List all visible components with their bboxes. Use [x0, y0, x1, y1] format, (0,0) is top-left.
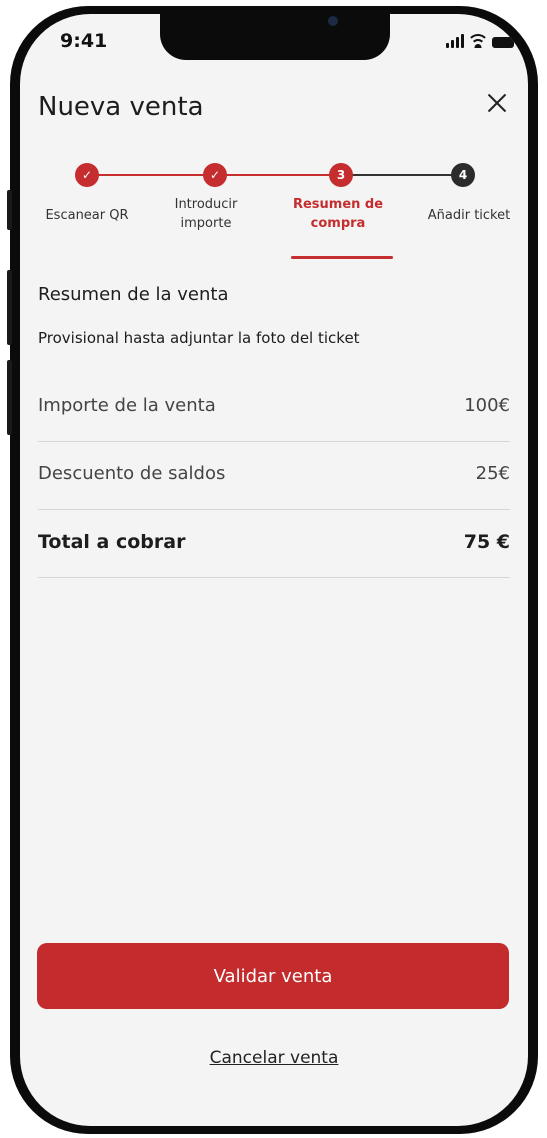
row-label: Importe de la venta [38, 395, 216, 416]
summary-title: Resumen de la venta [38, 284, 229, 305]
step-3-indicator[interactable]: 3 [329, 163, 353, 187]
active-step-underline [291, 256, 393, 259]
signal-icon [446, 34, 464, 48]
status-icons [446, 34, 514, 48]
battery-icon [492, 37, 514, 48]
side-button-volume-down [7, 360, 12, 435]
validate-sale-button[interactable]: Validar venta [37, 943, 509, 1009]
row-value: 100€ [464, 395, 510, 416]
page-title: Nueva venta [38, 92, 204, 122]
summary-row-total: Total a cobrar 75 € [38, 509, 510, 578]
step-1-check-icon[interactable]: ✓ [75, 163, 99, 187]
wifi-icon [469, 34, 487, 48]
side-button-mute [7, 190, 12, 230]
row-label: Total a cobrar [38, 531, 186, 553]
status-time: 9:41 [60, 30, 108, 52]
summary-row-amount: Importe de la venta 100€ [38, 373, 510, 442]
step-2-check-icon[interactable]: ✓ [203, 163, 227, 187]
summary-subtitle: Provisional hasta adjuntar la foto del t… [38, 329, 360, 347]
summary-row-discount: Descuento de saldos 25€ [38, 441, 510, 510]
step-3-label[interactable]: Resumen de compra [286, 195, 390, 233]
stepper: ✓ ✓ 3 4 Escanear QR Introducir importe R… [20, 154, 528, 264]
close-icon[interactable] [482, 88, 512, 118]
step-4-label[interactable]: Añadir ticket [413, 206, 525, 225]
step-connector [336, 174, 463, 176]
step-4-indicator[interactable]: 4 [451, 163, 475, 187]
camera-icon [328, 16, 338, 26]
row-value: 25€ [475, 463, 510, 484]
cancel-sale-link[interactable]: Cancelar venta [20, 1048, 528, 1068]
header: Nueva venta [20, 64, 528, 154]
app-screen: 9:41 Nueva venta ✓ ✓ 3 4 Escanear QR Int… [20, 14, 528, 1126]
step-connector [211, 174, 336, 176]
notch [160, 14, 390, 60]
side-button-volume-up [7, 270, 12, 345]
row-value: 75 € [463, 531, 510, 553]
step-1-label[interactable]: Escanear QR [32, 206, 142, 225]
row-label: Descuento de saldos [38, 463, 226, 484]
step-2-label[interactable]: Introducir importe [160, 195, 252, 233]
step-connector [87, 174, 211, 176]
